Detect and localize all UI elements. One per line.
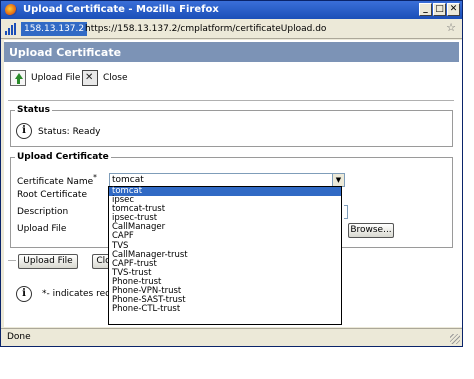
upload-certificate-legend: Upload Certificate — [17, 152, 109, 162]
status-text: Status: Ready — [38, 127, 101, 137]
dropdown-option[interactable]: CallManager — [109, 223, 341, 232]
status-legend: Status — [17, 105, 50, 115]
required-note: *- indicates requ — [42, 289, 117, 299]
page-title: Upload Certificate — [4, 42, 459, 62]
page-toolbar: Upload File Close — [4, 64, 459, 92]
close-window-button[interactable]: ✕ — [447, 3, 460, 16]
bookmark-star-icon[interactable]: ☆ — [446, 21, 456, 34]
info-icon: i — [16, 286, 32, 302]
upload-icon — [10, 70, 26, 86]
resize-grip-icon[interactable] — [450, 334, 460, 344]
certificate-name-label: Certificate Name* — [17, 173, 97, 187]
divider — [8, 100, 454, 101]
status-bar: Done — [1, 328, 462, 346]
info-icon: i — [16, 123, 32, 139]
minimize-button[interactable]: _ — [419, 3, 432, 16]
divider — [8, 260, 16, 261]
maximize-button[interactable]: □ — [433, 3, 446, 16]
chevron-down-icon[interactable]: ▼ — [332, 174, 344, 186]
window-title: Upload Certificate - Mozilla Firefox — [23, 4, 219, 15]
firefox-icon — [5, 4, 17, 16]
close-toolbar-button[interactable]: Close — [82, 68, 128, 88]
certificate-name-value: tomcat — [112, 175, 144, 185]
url-text[interactable]: https://158.13.137.2/cmplatform/certific… — [85, 22, 326, 36]
upload-file-toolbar-label: Upload File — [31, 73, 81, 83]
dropdown-option[interactable]: tomcat — [109, 186, 341, 197]
title-bar: Upload Certificate - Mozilla Firefox _ □… — [1, 1, 462, 19]
root-certificate-label: Root Certificate — [17, 190, 88, 200]
upload-file-button[interactable]: Upload File — [18, 254, 78, 269]
browse-button[interactable]: Browse... — [348, 223, 394, 238]
required-mark: * — [93, 173, 97, 182]
close-icon — [82, 70, 98, 86]
description-label: Description — [17, 207, 69, 217]
certificate-name-dropdown-list[interactable]: tomcat ipsec tomcat-trust ipsec-trust CallMa… — [108, 186, 342, 325]
status-section: Status — [10, 105, 453, 147]
upload-file-toolbar-button[interactable]: Upload File — [10, 68, 80, 88]
site-identity-badge[interactable]: 158.13.137.2 — [21, 22, 88, 36]
dropdown-option[interactable]: Phone-CTL-trust — [109, 305, 341, 314]
dropdown-option[interactable]: CAPF — [109, 232, 341, 241]
upload-file-label: Upload File — [17, 224, 67, 234]
status-bar-text: Done — [7, 332, 31, 342]
signal-bars-icon — [5, 23, 19, 35]
certificate-name-select[interactable]: tomcat ▼ — [109, 173, 345, 187]
description-input[interactable] — [344, 205, 348, 219]
address-bar[interactable]: 158.13.137.2 https://158.13.137.2/cmplat… — [1, 19, 462, 39]
close-toolbar-label: Close — [103, 73, 128, 83]
